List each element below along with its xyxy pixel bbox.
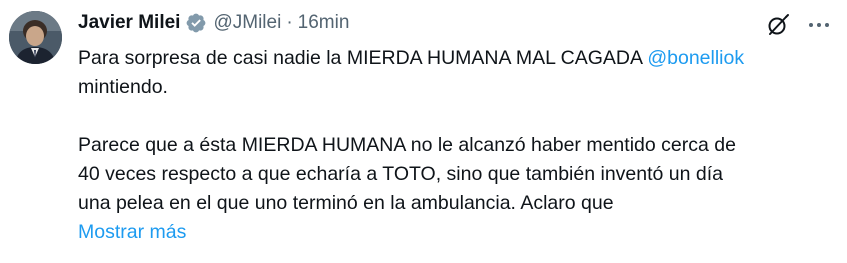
- tweet-text-line: 40 veces respecto a que echaría a TOTO, …: [78, 163, 723, 185]
- mention-link[interactable]: @bonelliok: [647, 47, 744, 69]
- show-more-link[interactable]: Mostrar más: [78, 221, 186, 243]
- tweet-text-line: Para sorpresa de casi nadie la MIERDA HU…: [78, 47, 648, 69]
- more-options-icon[interactable]: [806, 13, 832, 37]
- author-handle[interactable]: @JMilei: [213, 12, 281, 34]
- tweet-text-line: Parece que a ésta MIERDA HUMANA no le al…: [78, 134, 736, 156]
- show-more-row: Mostrar más: [78, 218, 838, 247]
- tweet-text-line: mintiendo.: [78, 76, 168, 98]
- author-name[interactable]: Javier Milei: [78, 12, 180, 34]
- header-separator: ·: [286, 12, 293, 33]
- avatar-image: [9, 11, 62, 64]
- grok-icon[interactable]: [766, 13, 790, 37]
- avatar[interactable]: [9, 11, 62, 64]
- tweet-paragraph-2: Parece que a ésta MIERDA HUMANA no le al…: [78, 131, 838, 218]
- tweet-body: Para sorpresa de casi nadie la MIERDA HU…: [78, 44, 838, 247]
- tweet: Javier Milei @JMilei · 16min Para sorpre…: [0, 0, 847, 263]
- tweet-paragraph-1: Para sorpresa de casi nadie la MIERDA HU…: [78, 44, 838, 102]
- tweet-timestamp[interactable]: 16min: [298, 12, 350, 34]
- tweet-header: Javier Milei @JMilei · 16min: [78, 9, 349, 37]
- tweet-text-line: una pelea en el que uno terminó en la am…: [78, 192, 614, 214]
- verified-badge-icon[interactable]: [185, 12, 207, 34]
